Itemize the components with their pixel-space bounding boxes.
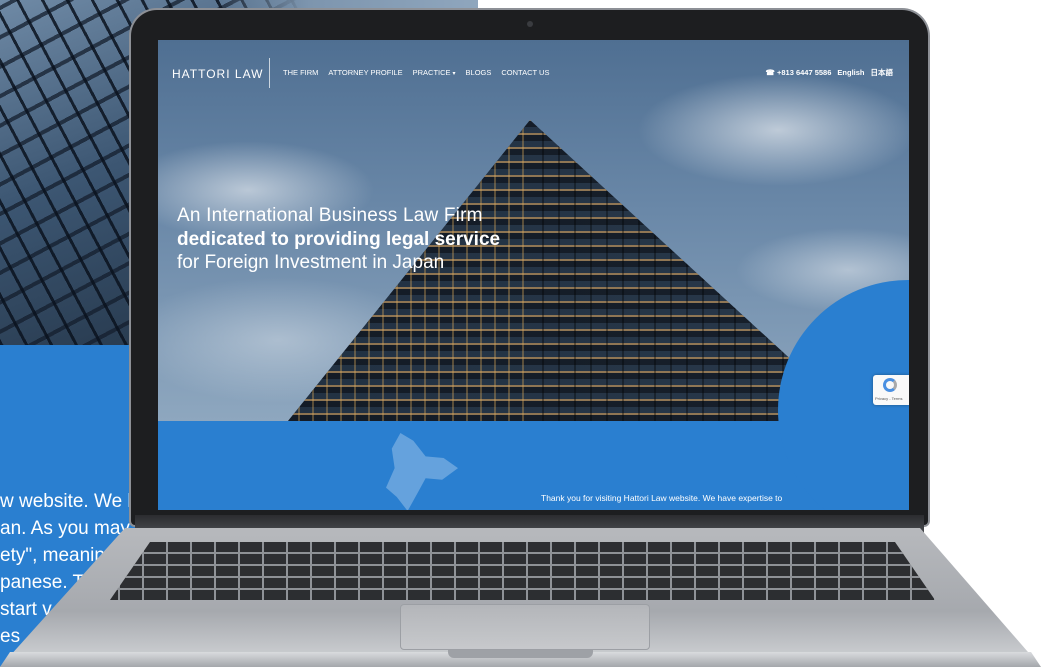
- nav-item-blogs[interactable]: BLOGS: [466, 68, 492, 77]
- laptop-notch: [448, 650, 593, 658]
- laptop-trackpad: [400, 604, 650, 650]
- recaptcha-icon: [883, 378, 897, 392]
- hero-line-3: for Foreign Investment in Japan: [177, 252, 445, 273]
- language-japanese[interactable]: 日本語: [871, 67, 894, 78]
- nav-item-practice[interactable]: PRACTICE ▾: [413, 68, 456, 77]
- logo-divider: [269, 58, 270, 88]
- main-navigation: THE FIRM ATTORNEY PROFILE PRACTICE ▾ BLOG…: [283, 68, 549, 77]
- nav-item-the-firm[interactable]: THE FIRM: [283, 68, 318, 77]
- nav-item-contact-us[interactable]: CONTACT US: [501, 68, 549, 77]
- phone-link[interactable]: ☎ +813 6447 5586: [766, 68, 832, 77]
- hero-line-2: dedicated to providing legal service: [177, 229, 501, 250]
- hero-headline: An International Business Law Firm dedic…: [177, 205, 500, 274]
- nav-item-attorney-profile[interactable]: ATTORNEY PROFILE: [328, 68, 402, 77]
- header-utilities: ☎ +813 6447 5586 English 日本語: [766, 67, 893, 78]
- recaptcha-badge[interactable]: Privacy - Terms: [873, 375, 909, 405]
- webcam: [527, 21, 533, 27]
- keyboard-rows: [110, 542, 935, 600]
- hero-line-1: An International Business Law Firm: [177, 205, 483, 226]
- laptop-screen: HATTORI LAW THE FIRM ATTORNEY PROFILE PR…: [158, 40, 909, 510]
- language-english[interactable]: English: [837, 68, 864, 77]
- site-logo[interactable]: HATTORI LAW: [172, 67, 263, 81]
- chevron-down-icon: ▾: [452, 71, 456, 77]
- nav-item-practice-label: PRACTICE: [412, 68, 451, 77]
- site-header: HATTORI LAW THE FIRM ATTORNEY PROFILE PR…: [158, 40, 909, 102]
- intro-text: Thank you for visiting Hattori Law websi…: [541, 493, 783, 503]
- recaptcha-privacy-terms[interactable]: Privacy - Terms: [875, 396, 902, 401]
